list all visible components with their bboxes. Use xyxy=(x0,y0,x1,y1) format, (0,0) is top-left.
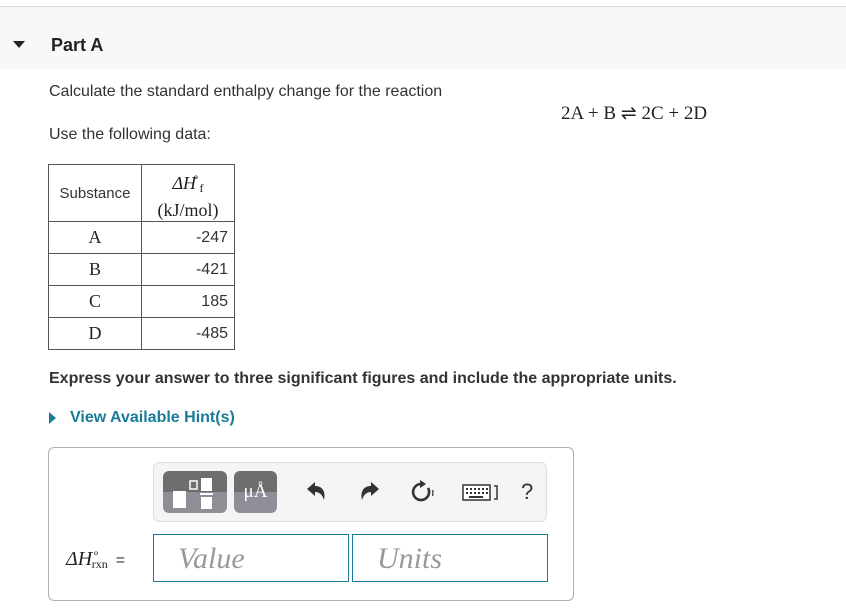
help-button[interactable]: ? xyxy=(521,479,547,505)
units-input[interactable]: Units xyxy=(352,534,548,582)
substance-cell: B xyxy=(48,253,142,286)
header-substance: Substance xyxy=(48,164,142,222)
enthalpy-cell: -247 xyxy=(141,221,235,254)
header-enthalpy-subscript: f xyxy=(199,180,204,195)
caret-down-icon[interactable] xyxy=(13,41,25,48)
reaction-equation: 2A + B ⇌ 2C + 2D xyxy=(561,103,708,124)
substance-cell: A xyxy=(48,221,142,254)
instructions-text: Express your answer to three significant… xyxy=(49,370,677,387)
symbols-button[interactable]: μÅ xyxy=(234,471,277,513)
answer-label: ΔH∘rxn = xyxy=(66,546,125,572)
keyboard-icon[interactable] xyxy=(462,479,502,505)
reset-icon[interactable] xyxy=(408,479,434,505)
table-row: C 185 xyxy=(48,285,235,318)
caret-right-icon xyxy=(49,412,56,424)
data-prompt: Use the following data: xyxy=(49,126,211,143)
enthalpy-cell: -485 xyxy=(141,317,235,350)
part-header[interactable]: Part A xyxy=(0,7,846,69)
math-toolbar: μÅ ? xyxy=(153,462,547,522)
equals-sign: = xyxy=(115,552,126,569)
header-enthalpy: ΔH∘f (kJ/mol) xyxy=(141,164,235,222)
redo-icon[interactable] xyxy=(356,479,382,505)
enthalpy-symbol: ΔH xyxy=(66,548,93,570)
enthalpy-cell: 185 xyxy=(141,285,235,318)
undo-icon[interactable] xyxy=(304,479,330,505)
view-hints-link[interactable]: View Available Hint(s) xyxy=(49,409,235,427)
value-input[interactable]: Value xyxy=(153,534,349,582)
enthalpy-table: Substance ΔH∘f (kJ/mol) A -247 B -421 C … xyxy=(48,164,235,350)
degree-sign: ∘ xyxy=(192,169,200,184)
table-row: B -421 xyxy=(48,253,235,286)
question-text: Calculate the standard enthalpy change f… xyxy=(49,83,443,100)
table-row: D -485 xyxy=(48,317,235,350)
templates-icon xyxy=(173,478,213,509)
templates-button[interactable] xyxy=(163,471,227,513)
table-row: A -247 xyxy=(48,221,235,254)
enthalpy-cell: -421 xyxy=(141,253,235,286)
rxn-subscript: rxn xyxy=(91,557,108,571)
substance-cell: C xyxy=(48,285,142,318)
table-header-row: Substance ΔH∘f (kJ/mol) xyxy=(48,164,235,222)
symbols-label: μÅ xyxy=(243,481,268,502)
view-hints-label: View Available Hint(s) xyxy=(70,409,235,426)
part-title: Part A xyxy=(51,35,104,55)
header-enthalpy-units: (kJ/mol) xyxy=(157,199,219,220)
substance-cell: D xyxy=(48,317,142,350)
